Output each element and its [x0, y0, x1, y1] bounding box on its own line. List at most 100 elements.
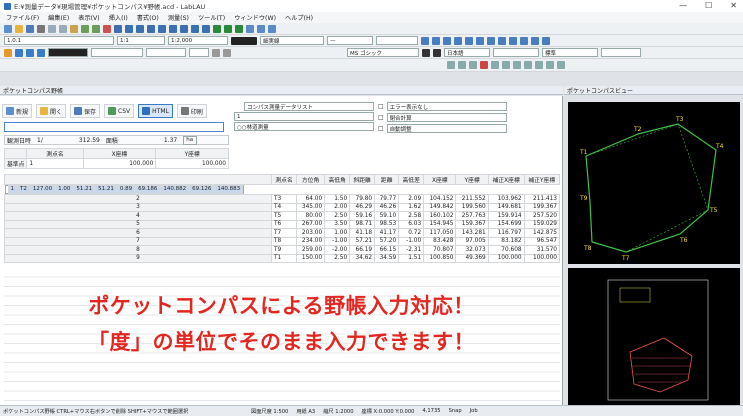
- save-icon[interactable]: [26, 24, 34, 33]
- snap-node-icon[interactable]: [37, 48, 45, 57]
- table-cell[interactable]: T2: [17, 185, 30, 194]
- move-icon[interactable]: [487, 36, 495, 45]
- print-button[interactable]: 印刷: [176, 104, 207, 118]
- table-cell[interactable]: 345.00: [295, 202, 326, 212]
- table-cell[interactable]: -1.00: [398, 236, 425, 246]
- new-button[interactable]: 新規: [2, 104, 33, 118]
- table-cell[interactable]: 46.29: [349, 202, 376, 212]
- zoom-icon[interactable]: [147, 24, 155, 33]
- extend-icon[interactable]: [542, 36, 550, 45]
- table-cell[interactable]: 83.428: [423, 236, 457, 246]
- area-icon[interactable]: [180, 24, 188, 33]
- table-cell[interactable]: 80.00: [295, 211, 326, 221]
- table-cell[interactable]: 154.945: [423, 219, 457, 229]
- table-cell[interactable]: T6: [271, 219, 297, 229]
- menu-help[interactable]: ヘルプ(H): [285, 13, 313, 22]
- base-point-name[interactable]: 1: [26, 158, 84, 169]
- base-point-x[interactable]: 100.000: [82, 158, 157, 169]
- draw-line-icon[interactable]: [421, 36, 429, 45]
- view-top-icon[interactable]: [458, 61, 466, 69]
- dimension-icon[interactable]: [202, 24, 210, 33]
- memo-input[interactable]: [4, 122, 224, 132]
- pen-width-select[interactable]: [91, 48, 143, 57]
- table-cell[interactable]: 0.89: [116, 185, 136, 194]
- rotate-icon[interactable]: [498, 36, 506, 45]
- draw-rect-icon[interactable]: [454, 36, 462, 45]
- table-cell[interactable]: 234.00: [295, 236, 326, 246]
- draw-arc-icon[interactable]: [432, 36, 440, 45]
- table-cell[interactable]: T5: [271, 211, 297, 221]
- table-cell[interactable]: 149.842: [423, 202, 457, 212]
- table-cell[interactable]: 142.875: [523, 228, 561, 238]
- undo-icon[interactable]: [81, 24, 89, 33]
- table-cell[interactable]: 0.72: [398, 228, 425, 238]
- menu-survey[interactable]: 測量(S): [168, 13, 189, 22]
- table-cell[interactable]: 57.20: [374, 236, 400, 246]
- menu-window[interactable]: ウィンドウ(W): [234, 13, 276, 22]
- table-cell[interactable]: -1.00: [324, 236, 351, 246]
- offset-icon[interactable]: [520, 36, 528, 45]
- table-cell[interactable]: 46.26: [374, 202, 400, 212]
- table-cell[interactable]: 1.00: [324, 228, 351, 238]
- traverse-icon[interactable]: [224, 24, 232, 33]
- table-cell[interactable]: 257.763: [455, 211, 489, 221]
- table-cell[interactable]: 6.03: [398, 219, 425, 229]
- table-cell[interactable]: T7: [271, 228, 297, 238]
- font-select[interactable]: MS ゴシック: [347, 48, 419, 57]
- table-cell[interactable]: 31.570: [523, 245, 561, 255]
- table-row[interactable]: 2 T3 64.00 1.50 79.80 79.77 2.09 104.152 211.552…: [3, 194, 561, 204]
- table-row[interactable]: 5 T6 267.00 3.50 98.71 98.53 6.03 154.945 159.36…: [3, 219, 561, 229]
- open-button[interactable]: 開く: [36, 104, 67, 118]
- props-icon[interactable]: [212, 48, 220, 57]
- table-row[interactable]: 1 T2 127.00 1.00 51.21 51.21 0.89 69.186 140.882…: [4, 185, 245, 194]
- menu-edit[interactable]: 編集(E): [48, 13, 69, 22]
- text-style-select[interactable]: 日本語: [444, 48, 490, 57]
- hatch-icon[interactable]: [476, 36, 484, 45]
- option-3-select[interactable]: 自動調整: [386, 124, 507, 133]
- paste-icon[interactable]: [70, 24, 78, 33]
- table-cell[interactable]: 203.00: [295, 228, 326, 238]
- table-cell[interactable]: 1.50: [324, 194, 351, 204]
- area-unit-select[interactable]: ha: [183, 135, 198, 145]
- table-cell[interactable]: 211.552: [455, 194, 489, 204]
- table-cell[interactable]: 32.073: [455, 245, 489, 255]
- table-cell[interactable]: 116.797: [487, 228, 525, 238]
- redo-icon[interactable]: [92, 24, 100, 33]
- table-cell[interactable]: 70.807: [423, 245, 457, 255]
- trim-icon[interactable]: [531, 36, 539, 45]
- table-cell[interactable]: 97.005: [455, 236, 489, 246]
- table-cell[interactable]: -2.31: [398, 245, 425, 255]
- table-cell[interactable]: 149.681: [487, 202, 525, 212]
- zoom-fit-icon[interactable]: [513, 61, 521, 69]
- table-row[interactable]: 9 T1 150.00 2.50 34.62 34.59 1.51 100.850 49.369…: [3, 253, 561, 263]
- draw-circle-icon[interactable]: [443, 36, 451, 45]
- option-1-select[interactable]: エラー表示なし: [386, 102, 507, 111]
- table-cell[interactable]: 98.71: [349, 219, 376, 229]
- align-select[interactable]: [493, 48, 539, 57]
- table-cell[interactable]: 100.850: [423, 253, 457, 263]
- table-cell[interactable]: 159.914: [487, 211, 525, 221]
- lineweight-select[interactable]: [376, 36, 418, 45]
- table-cell[interactable]: 159.367: [455, 219, 489, 229]
- bold-icon[interactable]: [422, 48, 430, 57]
- table-cell[interactable]: 143.281: [455, 228, 489, 238]
- traverse-view-canvas[interactable]: T1 T2 T3 T4 T5 T6 T7 T8 T9: [568, 102, 740, 264]
- table-cell[interactable]: 257.520: [523, 211, 561, 221]
- table-cell[interactable]: 2.00: [324, 202, 351, 212]
- save-button[interactable]: 保存: [70, 104, 101, 118]
- table-cell[interactable]: 64.00: [295, 194, 326, 204]
- layer-select[interactable]: 1.0.1: [4, 36, 114, 45]
- window-cascade-icon[interactable]: [557, 61, 565, 69]
- table-cell[interactable]: 34.59: [374, 253, 400, 263]
- table-cell[interactable]: 199.367: [523, 202, 561, 212]
- table-cell[interactable]: 2.50: [324, 211, 351, 221]
- table-cell[interactable]: 79.80: [349, 194, 376, 204]
- project-select[interactable]: ○○林道測量: [234, 122, 374, 131]
- table-cell[interactable]: 66.19: [349, 245, 376, 255]
- color-icon[interactable]: [246, 24, 254, 33]
- table-cell[interactable]: 57.21: [349, 236, 376, 246]
- scale-select[interactable]: 1:1: [117, 36, 165, 45]
- measure-icon[interactable]: [169, 24, 177, 33]
- layer-icon[interactable]: [114, 24, 122, 33]
- table-cell[interactable]: T9: [271, 245, 297, 255]
